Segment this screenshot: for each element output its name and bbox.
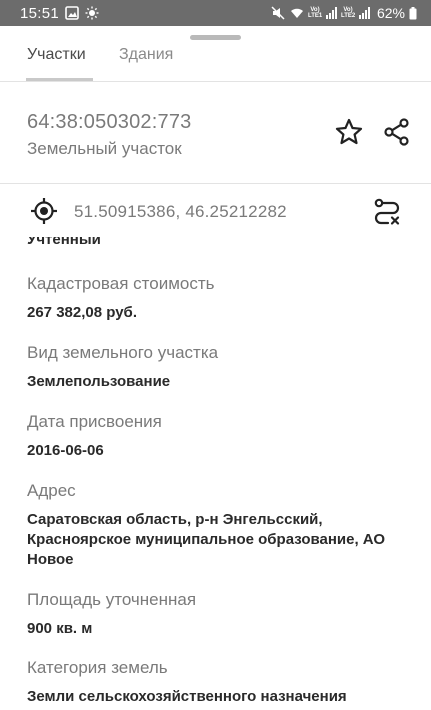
favorite-button[interactable] — [334, 117, 364, 147]
field-value: 267 382,08 руб. — [27, 304, 137, 321]
field-parcel-kind: Вид земельного участка Землепользование — [27, 343, 417, 392]
share-button[interactable] — [382, 117, 412, 147]
field-value: Земли сельскохозяйственного назначения — [27, 688, 347, 705]
field-label: Дата присвоения — [27, 412, 162, 431]
battery-icon — [409, 6, 417, 20]
field-label: Вид земельного участка — [27, 343, 219, 362]
field-value: 900 кв. м — [27, 620, 93, 637]
cadastral-number: 64:38:050302:773 — [27, 111, 192, 133]
signal-2-icon — [358, 7, 370, 19]
field-land-category: Категория земель Земли сельскохозяйствен… — [27, 658, 417, 707]
brightness-icon — [85, 6, 99, 20]
status-bar: 15:51 Vo) LTE1 Vo) LTE2 62% — [0, 0, 431, 26]
field-label: Адрес — [27, 481, 76, 500]
wifi-icon — [290, 7, 304, 19]
status-value-clipped: Учтенный — [27, 237, 101, 248]
field-specified-area: Площадь уточненная 900 кв. м — [27, 590, 417, 639]
battery-percent: 62% — [376, 5, 405, 21]
field-value: Землепользование — [27, 373, 171, 390]
sim1-label: Vo) LTE1 — [307, 7, 323, 19]
coordinates-text[interactable]: 51.50915386, 46.25212282 — [74, 202, 287, 222]
field-cadastral-cost: Кадастровая стоимость 267 382,08 руб. — [27, 274, 417, 323]
sim2-label: Vo) LTE2 — [340, 7, 356, 19]
field-label: Кадастровая стоимость — [27, 274, 215, 293]
field-address: Адрес Саратовская область, р-н Энгельсск… — [27, 481, 417, 570]
gallery-icon — [65, 6, 79, 20]
route-icon[interactable] — [372, 197, 402, 227]
object-type: Земельный участок — [27, 139, 182, 158]
status-time: 15:51 — [20, 4, 60, 22]
field-label: Площадь уточненная — [27, 590, 197, 609]
tab-buildings[interactable]: Здания — [119, 46, 173, 64]
field-value: 2016-06-06 — [27, 442, 104, 459]
star-outline-icon — [335, 118, 363, 145]
parcel-info-list[interactable]: Учтенный Кадастровая стоимость 267 382,0… — [0, 237, 431, 710]
tab-parcels[interactable]: Участки — [27, 46, 86, 64]
field-label: Категория земель — [27, 658, 168, 677]
object-header: 64:38:050302:773 Земельный участок — [0, 83, 431, 184]
tab-bar: Участки Здания — [0, 26, 431, 82]
signal-1-icon — [325, 7, 337, 19]
coordinates-row[interactable]: 51.50915386, 46.25212282 — [0, 185, 431, 237]
field-assign-date: Дата присвоения 2016-06-06 — [27, 412, 417, 461]
active-tab-indicator — [26, 78, 93, 81]
field-value: Саратовская область, р-н Энгельсский, Кр… — [27, 511, 386, 568]
share-icon — [384, 118, 409, 146]
sheet-drag-handle[interactable] — [190, 35, 241, 40]
mute-icon — [271, 6, 286, 20]
crosshair-icon[interactable] — [30, 197, 58, 225]
